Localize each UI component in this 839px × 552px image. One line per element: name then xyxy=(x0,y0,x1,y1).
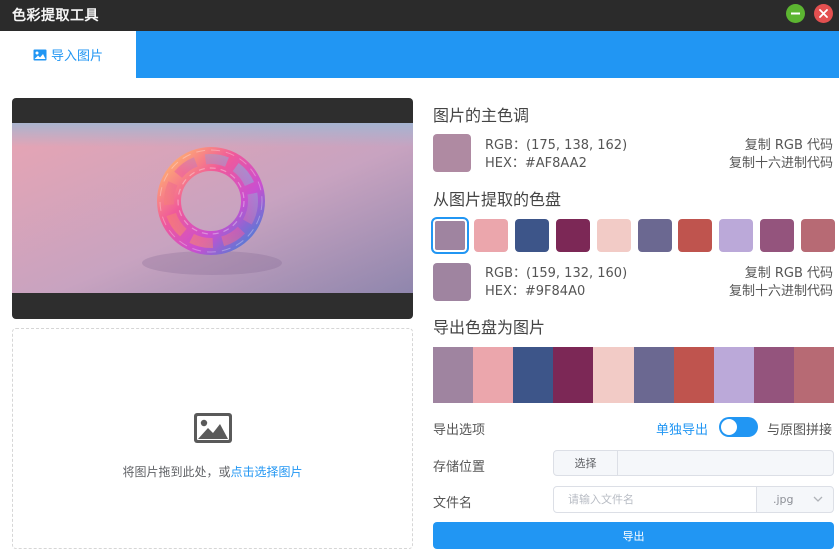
close-button[interactable] xyxy=(814,4,833,23)
selected-color-rgb: RGB：(159, 132, 160) xyxy=(485,266,628,281)
choose-image-link[interactable]: 点击选择图片 xyxy=(231,465,303,479)
palette-heading: 从图片提取的色盘 xyxy=(433,190,562,209)
tab-import-image[interactable]: 导入图片 xyxy=(0,31,136,78)
tab-bar: 导入图片 xyxy=(0,31,839,78)
strip-color-block xyxy=(473,347,513,403)
image-icon xyxy=(194,413,232,443)
minimize-icon xyxy=(791,12,800,15)
export-heading: 导出色盘为图片 xyxy=(433,318,546,337)
export-options-label: 导出选项 xyxy=(433,423,486,438)
strip-color-block xyxy=(754,347,794,403)
palette-swatch[interactable] xyxy=(801,219,835,252)
strip-color-block xyxy=(513,347,553,403)
selected-color-hex: HEX：#9F84A0 xyxy=(485,284,586,299)
palette-swatch[interactable] xyxy=(474,219,508,252)
copy-selected-rgb-button[interactable]: 复制 RGB 代码 xyxy=(745,265,833,283)
main-color-rgb: RGB：(175, 138, 162) xyxy=(485,138,628,153)
palette-swatch[interactable] xyxy=(678,219,712,252)
strip-color-block xyxy=(553,347,593,403)
strip-color-block xyxy=(794,347,834,403)
palette-swatch[interactable] xyxy=(556,219,590,252)
filename-input[interactable] xyxy=(553,486,757,513)
strip-color-block xyxy=(433,347,473,403)
option-separate[interactable]: 单独导出 xyxy=(656,419,708,438)
selected-color-swatch xyxy=(433,263,471,301)
main-color-swatch xyxy=(433,134,471,172)
window-title: 色彩提取工具 xyxy=(12,8,99,24)
extension-select[interactable]: .jpg xyxy=(756,486,834,513)
close-icon xyxy=(819,9,828,18)
image-preview xyxy=(12,98,413,319)
main-color-hex: HEX：#AF8AA2 xyxy=(485,156,587,171)
option-merge[interactable]: 与原图拼接 xyxy=(767,419,832,438)
copy-rgb-button[interactable]: 复制 RGB 代码 xyxy=(745,137,833,155)
main-color-heading: 图片的主色调 xyxy=(433,106,530,125)
palette-swatch[interactable] xyxy=(638,219,672,252)
strip-color-block xyxy=(634,347,674,403)
palette-swatch[interactable] xyxy=(719,219,753,252)
copy-selected-hex-button[interactable]: 复制十六进制代码 xyxy=(729,283,833,301)
choose-location-button[interactable]: 选择 xyxy=(554,451,618,475)
strip-color-block xyxy=(674,347,714,403)
preview-image xyxy=(12,123,413,293)
palette-swatch[interactable] xyxy=(431,217,469,254)
image-dropzone[interactable]: 将图片拖到此处，或点击选择图片 xyxy=(12,328,413,549)
minimize-button[interactable] xyxy=(786,4,805,23)
toggle-knob xyxy=(721,419,737,435)
chevron-down-icon xyxy=(813,496,823,502)
dropzone-hint: 将图片拖到此处，或点击选择图片 xyxy=(13,463,412,480)
extension-value: .jpg xyxy=(773,493,794,506)
export-mode-toggle[interactable] xyxy=(719,417,758,437)
title-bar: 色彩提取工具 xyxy=(0,0,839,31)
copy-hex-button[interactable]: 复制十六进制代码 xyxy=(729,155,833,173)
export-button[interactable]: 导出 xyxy=(433,522,834,549)
strip-color-block xyxy=(593,347,634,403)
dropzone-text: 将图片拖到此处，或 xyxy=(122,465,231,479)
location-field[interactable]: 选择 xyxy=(553,450,834,476)
palette-swatch[interactable] xyxy=(760,219,794,252)
palette-swatch[interactable] xyxy=(597,219,631,252)
image-icon xyxy=(33,49,47,60)
palette-swatch[interactable] xyxy=(515,219,549,252)
tab-label: 导入图片 xyxy=(50,49,103,64)
filename-label: 文件名 xyxy=(433,496,473,511)
location-label: 存储位置 xyxy=(433,460,486,475)
strip-color-block xyxy=(714,347,754,403)
